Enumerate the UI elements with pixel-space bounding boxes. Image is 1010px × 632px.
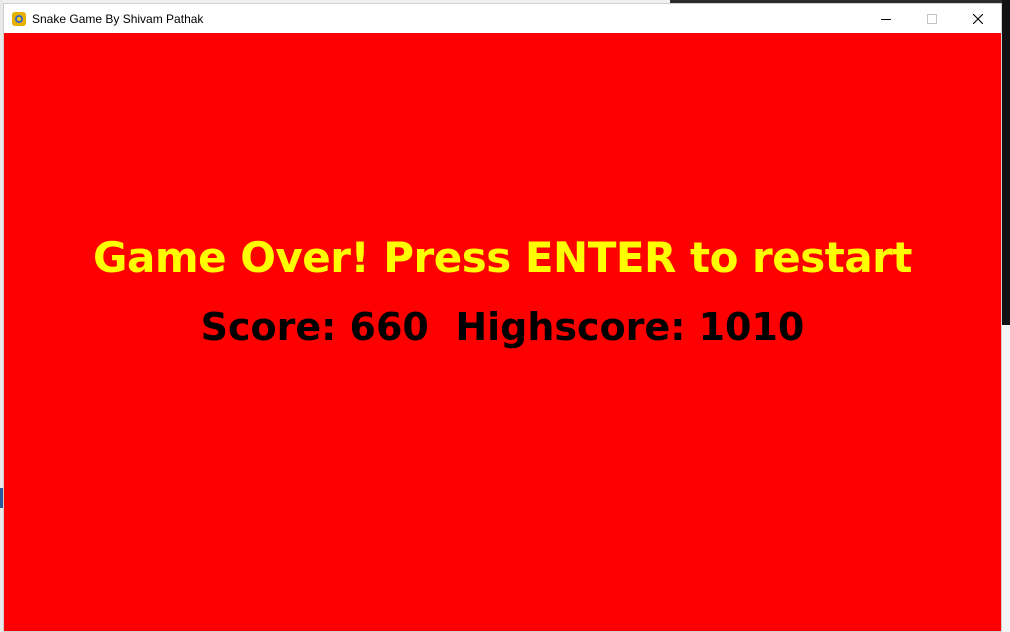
- close-icon: [973, 13, 983, 24]
- window-title: Snake Game By Shivam Pathak: [32, 11, 204, 26]
- game-window: Snake Game By Shivam Pathak Game Over! P…: [3, 3, 1002, 632]
- minimize-icon: [881, 18, 891, 20]
- background-window-edge: [1002, 0, 1010, 325]
- close-button[interactable]: [955, 4, 1001, 33]
- score-line: Score: 660 Highscore: 1010: [4, 305, 1001, 349]
- maximize-icon: [927, 13, 937, 24]
- minimize-button[interactable]: [863, 4, 909, 33]
- highscore-label: Highscore: 1010: [455, 305, 805, 349]
- maximize-button[interactable]: [909, 4, 955, 33]
- score-label: Score: 660: [200, 305, 429, 349]
- game-canvas[interactable]: Game Over! Press ENTER to restart Score:…: [4, 33, 1001, 631]
- python-snake-icon: [12, 11, 26, 26]
- background-window-edge-light: [1002, 325, 1010, 632]
- title-bar[interactable]: Snake Game By Shivam Pathak: [4, 4, 1001, 33]
- game-over-message: Game Over! Press ENTER to restart: [93, 233, 912, 282]
- window-controls: [863, 4, 1001, 33]
